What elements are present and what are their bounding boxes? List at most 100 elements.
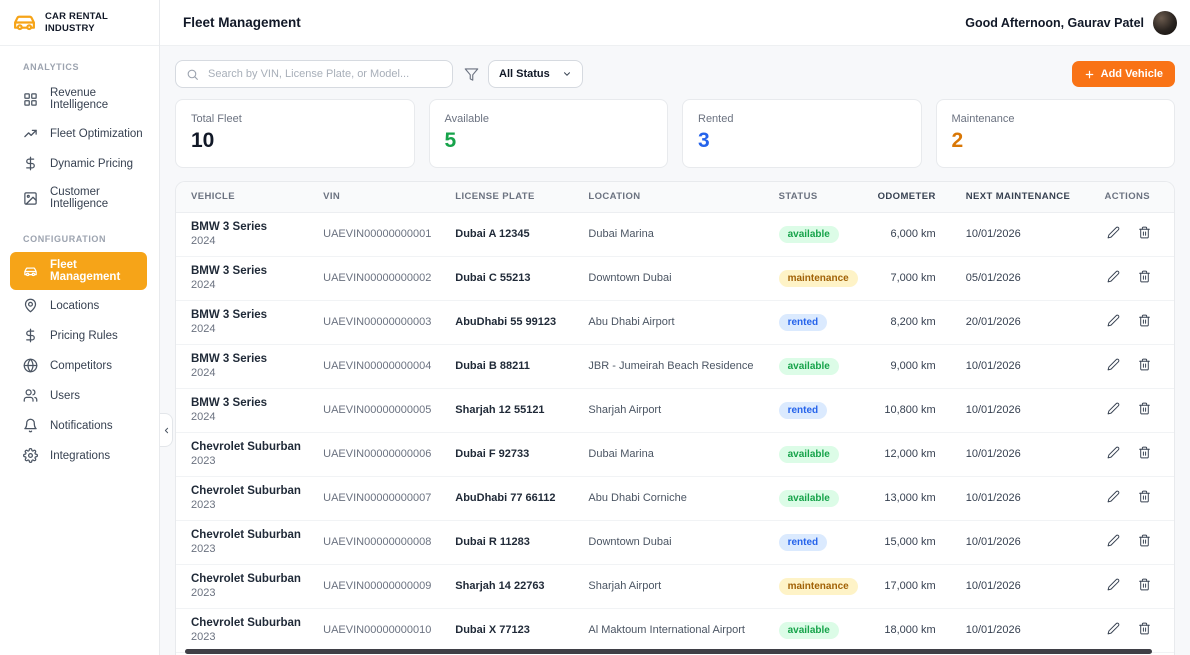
vehicle-model: BMW 3 Series: [191, 221, 323, 233]
vehicle-location: Sharjah Airport: [588, 388, 778, 432]
stat-value: 5: [445, 130, 653, 151]
table-header-row: VEHICLE VIN LICENSE PLATE LOCATION STATU…: [176, 182, 1174, 212]
edit-vehicle-button[interactable]: [1107, 402, 1120, 415]
sidebar-item-fleet-optimization[interactable]: Fleet Optimization: [10, 119, 147, 148]
sidebar-item-pricing-rules[interactable]: Pricing Rules: [10, 321, 147, 350]
sidebar-item-fleet-management[interactable]: Fleet Management: [10, 252, 147, 290]
chevron-left-icon: [162, 426, 171, 435]
delete-vehicle-button[interactable]: [1138, 534, 1151, 547]
table-row: Chevrolet Suburban 2023 UAEVIN0000000001…: [176, 608, 1174, 652]
col-header-vin: VIN: [323, 182, 455, 212]
vehicle-next-maintenance: 10/01/2026: [936, 432, 1081, 476]
edit-vehicle-button[interactable]: [1107, 490, 1120, 503]
col-header-vehicle: VEHICLE: [176, 182, 323, 212]
delete-vehicle-button[interactable]: [1138, 270, 1151, 283]
grid-icon: [23, 92, 38, 107]
pencil-icon: [1107, 270, 1120, 283]
delete-vehicle-button[interactable]: [1138, 358, 1151, 371]
delete-vehicle-button[interactable]: [1138, 226, 1151, 239]
status-badge: maintenance: [779, 578, 858, 595]
filter-icon[interactable]: [464, 67, 479, 82]
vehicle-location: Downtown Dubai: [588, 256, 778, 300]
edit-vehicle-button[interactable]: [1107, 446, 1120, 459]
vehicle-license-plate: Dubai C 55213: [455, 256, 588, 300]
vehicle-odometer: 9,000 km: [841, 344, 936, 388]
pencil-icon: [1107, 534, 1120, 547]
col-header-license-plate: LICENSE PLATE: [455, 182, 588, 212]
delete-vehicle-button[interactable]: [1138, 314, 1151, 327]
status-badge: available: [779, 226, 839, 243]
trash-icon: [1138, 534, 1151, 547]
sidebar-item-users[interactable]: Users: [10, 381, 147, 410]
table-row: BMW 3 Series 2024 UAEVIN00000000002 Duba…: [176, 256, 1174, 300]
col-header-actions: ACTIONS: [1081, 182, 1174, 212]
status-filter-select[interactable]: All Status: [488, 60, 583, 88]
sidebar-item-competitors[interactable]: Competitors: [10, 351, 147, 380]
vehicle-model: BMW 3 Series: [191, 265, 323, 277]
edit-vehicle-button[interactable]: [1107, 578, 1120, 591]
vehicle-next-maintenance: 10/01/2026: [936, 564, 1081, 608]
horizontal-scrollbar-thumb[interactable]: [185, 649, 1152, 654]
status-badge: rented: [779, 314, 828, 331]
delete-vehicle-button[interactable]: [1138, 446, 1151, 459]
vehicle-location: Abu Dhabi Corniche: [588, 476, 778, 520]
vehicle-vin: UAEVIN00000000009: [323, 564, 455, 608]
table-row: Chevrolet Suburban 2023 UAEVIN0000000000…: [176, 520, 1174, 564]
pencil-icon: [1107, 402, 1120, 415]
edit-vehicle-button[interactable]: [1107, 534, 1120, 547]
trash-icon: [1138, 270, 1151, 283]
edit-vehicle-button[interactable]: [1107, 226, 1120, 239]
stat-cards: Total Fleet 10 Available 5 Rented 3 Main…: [175, 99, 1175, 168]
pencil-icon: [1107, 490, 1120, 503]
vehicle-odometer: 18,000 km: [841, 608, 936, 652]
car-logo-icon: [12, 10, 37, 35]
edit-vehicle-button[interactable]: [1107, 358, 1120, 371]
table-row: Chevrolet Suburban 2023 UAEVIN0000000000…: [176, 432, 1174, 476]
vehicle-location: Dubai Marina: [588, 212, 778, 256]
delete-vehicle-button[interactable]: [1138, 402, 1151, 415]
sidebar-collapse-button[interactable]: [160, 413, 173, 447]
vehicle-model: Chevrolet Suburban: [191, 485, 323, 497]
vehicle-odometer: 10,800 km: [841, 388, 936, 432]
vehicle-vin: UAEVIN00000000002: [323, 256, 455, 300]
vehicle-next-maintenance: 10/01/2026: [936, 388, 1081, 432]
delete-vehicle-button[interactable]: [1138, 490, 1151, 503]
page-title: Fleet Management: [183, 15, 301, 30]
delete-vehicle-button[interactable]: [1138, 622, 1151, 635]
sidebar-nav: ANALYTICS Revenue Intelligence Fleet Opt…: [0, 46, 159, 470]
status-badge: rented: [779, 534, 828, 551]
vehicle-location: Sharjah Airport: [588, 564, 778, 608]
image-icon: [23, 191, 38, 206]
col-header-odometer: ODOMETER: [841, 182, 936, 212]
edit-vehicle-button[interactable]: [1107, 314, 1120, 327]
edit-vehicle-button[interactable]: [1107, 622, 1120, 635]
dollar-icon: [23, 156, 38, 171]
vehicle-location: Abu Dhabi Airport: [588, 300, 778, 344]
edit-vehicle-button[interactable]: [1107, 270, 1120, 283]
fleet-table-card: VEHICLE VIN LICENSE PLATE LOCATION STATU…: [175, 181, 1175, 655]
pencil-icon: [1107, 314, 1120, 327]
sidebar-section-analytics: ANALYTICS: [0, 46, 159, 79]
user-avatar[interactable]: [1153, 11, 1177, 35]
stat-label: Rented: [698, 113, 906, 125]
vehicle-vin: UAEVIN00000000003: [323, 300, 455, 344]
status-badge: available: [779, 490, 839, 507]
vehicle-year: 2024: [191, 279, 323, 291]
vehicle-license-plate: Sharjah 12 55121: [455, 388, 588, 432]
sidebar-section-configuration: CONFIGURATION: [0, 218, 159, 251]
vehicle-vin: UAEVIN00000000007: [323, 476, 455, 520]
search-input[interactable]: [206, 67, 442, 81]
sidebar-item-dynamic-pricing[interactable]: Dynamic Pricing: [10, 149, 147, 178]
vehicle-license-plate: AbuDhabi 55 99123: [455, 300, 588, 344]
vehicle-license-plate: Dubai X 77123: [455, 608, 588, 652]
sidebar-item-revenue-intelligence[interactable]: Revenue Intelligence: [10, 80, 147, 118]
add-vehicle-button[interactable]: Add Vehicle: [1072, 61, 1175, 87]
stat-label: Maintenance: [952, 113, 1160, 125]
sidebar-item-notifications[interactable]: Notifications: [10, 411, 147, 440]
vehicle-next-maintenance: 10/01/2026: [936, 212, 1081, 256]
delete-vehicle-button[interactable]: [1138, 578, 1151, 591]
vehicle-odometer: 13,000 km: [841, 476, 936, 520]
sidebar-item-integrations[interactable]: Integrations: [10, 441, 147, 470]
sidebar-item-locations[interactable]: Locations: [10, 291, 147, 320]
sidebar-item-customer-intelligence[interactable]: Customer Intelligence: [10, 179, 147, 217]
